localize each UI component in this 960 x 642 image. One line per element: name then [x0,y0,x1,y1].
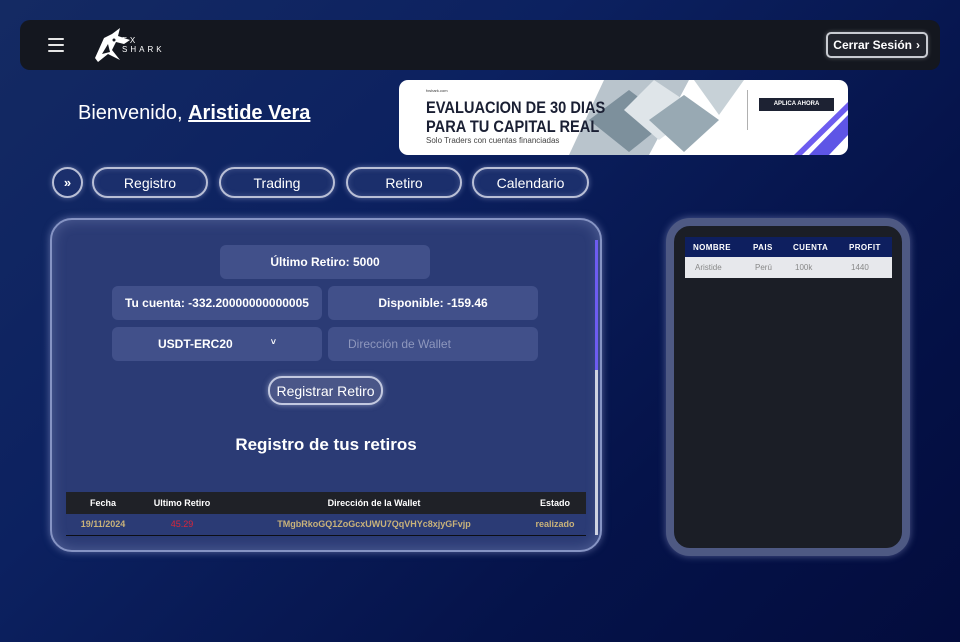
account-balance-text: Tu cuenta: -332.20000000000005 [125,296,309,310]
profit-panel: NOMBRE PAIS CUENTA PROFIT Aristide Perú … [666,218,910,556]
scrollbar[interactable] [595,240,598,535]
wallet-address-input[interactable]: Dirección de Wallet [328,327,538,361]
cell-country: Perú [745,257,785,278]
cell-name: Aristide [685,257,745,278]
chevron-down-icon: ˅ [270,337,276,347]
table-row: 19/11/2024 45.29 TMgbRkoGQ1ZoGcxUWU7QqVH… [66,514,586,536]
banner-site: fxshark.com [426,88,448,93]
column-header: PROFIT [841,237,892,257]
banner-headline: EVALUACION DE 30 DIAS PARA TU CAPITAL RE… [426,98,605,136]
banner-line-2: PARA TU CAPITAL REAL [426,117,600,136]
withdraw-panel: Último Retiro: 5000 Tu cuenta: -332.2000… [50,218,602,552]
last-withdraw-text: Último Retiro: 5000 [270,255,380,269]
wallet-address-placeholder: Dirección de Wallet [348,337,451,351]
logout-label: Cerrar Sesión [833,38,912,52]
tab-retiro[interactable]: Retiro [346,167,462,198]
promo-banner[interactable]: fxshark.com EVALUACION DE 30 DIAS PARA T… [399,80,848,155]
menu-icon[interactable] [48,38,64,52]
table-row: Aristide Perú 100k 1440 [685,257,892,278]
scrollbar-thumb[interactable] [595,240,598,370]
account-balance-display: Tu cuenta: -332.20000000000005 [112,286,322,320]
logo-text-fx: FX [122,36,139,45]
cell-amount: 45.29 [140,514,224,536]
nav-toggle-button[interactable]: » [52,167,83,198]
welcome-message: Bienvenido, Aristide Vera [78,102,310,125]
tab-label: Retiro [385,174,423,191]
register-withdraw-button[interactable]: Registrar Retiro [268,376,383,405]
column-header: CUENTA [785,237,841,257]
cell-account: 100k [785,257,841,278]
chevron-right-icon: » [63,175,72,190]
network-selected-value: USDT-ERC20 [158,337,233,351]
banner-line-1: EVALUACION DE 30 DIAS [426,98,606,117]
tab-registro[interactable]: Registro [92,167,208,198]
logo-text: FX SHARK [122,36,165,54]
withdraw-history-title: Registro de tus retiros [235,435,417,454]
logo-text-shark: SHARK [122,45,165,54]
cell-wallet: TMgbRkoGQ1ZoGcxUWU7QqVHYc8xjyGFvjp [224,514,524,536]
chevron-right-icon: › [916,38,920,52]
tab-label: Calendario [496,174,565,191]
logout-button[interactable]: Cerrar Sesión › [826,32,928,58]
column-header: NOMBRE [685,237,745,257]
column-header: Estado [524,492,586,514]
tab-label: Registro [123,174,177,191]
tab-label: Trading [253,174,301,191]
banner-subline: Solo Traders con cuentas financiadas [426,136,560,145]
column-header: Dirección de la Wallet [224,492,524,514]
withdraw-history-table: Fecha Ultimo Retiro Dirección de la Wall… [66,492,586,536]
available-balance-text: Disponible: -159.46 [378,296,488,310]
cell-status: realizado [524,514,586,536]
tab-calendario[interactable]: Calendario [472,167,589,198]
top-bar: FX SHARK Cerrar Sesión › [20,20,940,70]
available-balance-display: Disponible: -159.46 [328,286,538,320]
table-header-row: Fecha Ultimo Retiro Dirección de la Wall… [66,492,586,514]
cell-date: 19/11/2024 [66,514,140,536]
network-select[interactable]: USDT-ERC20 ˅ [112,327,322,361]
last-withdraw-display: Último Retiro: 5000 [220,245,430,279]
apply-now-button[interactable]: APLICA AHORA [759,98,834,111]
tab-trading[interactable]: Trading [219,167,335,198]
cell-profit: 1440 [841,257,892,278]
table-header-row: NOMBRE PAIS CUENTA PROFIT [685,237,892,257]
welcome-prefix: Bienvenido, [78,102,183,124]
column-header: Fecha [66,492,140,514]
column-header: PAIS [745,237,785,257]
user-name-link[interactable]: Aristide Vera [188,102,310,124]
profit-table: NOMBRE PAIS CUENTA PROFIT Aristide Perú … [685,237,892,278]
column-header: Ultimo Retiro [140,492,224,514]
register-withdraw-label: Registrar Retiro [276,382,375,399]
